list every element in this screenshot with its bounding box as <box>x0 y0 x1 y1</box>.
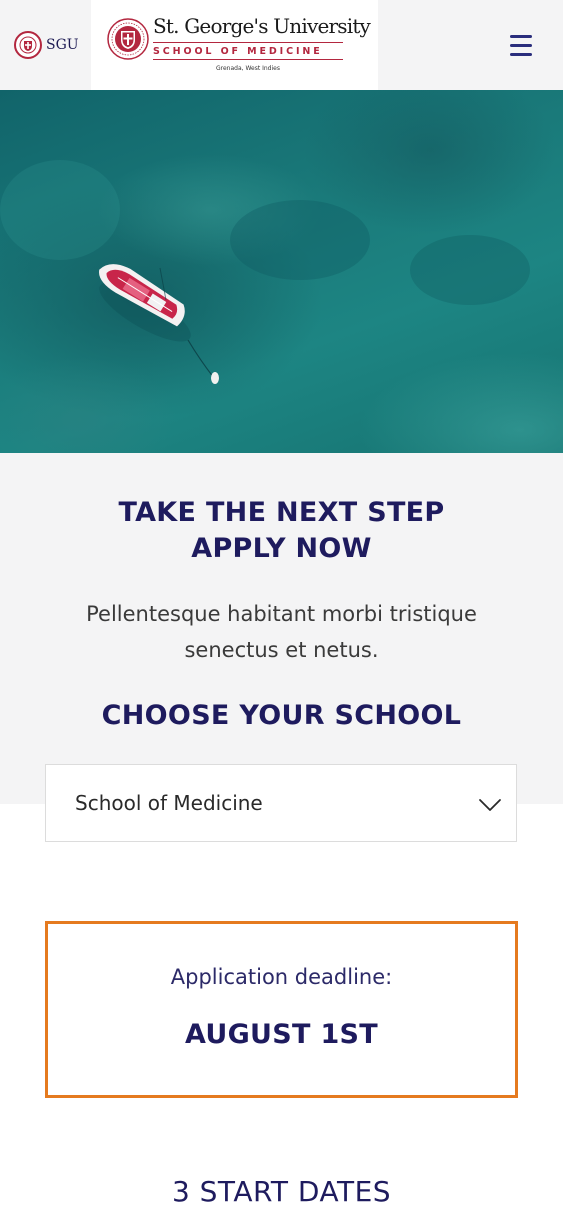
deadline-label: Application deadline: <box>170 965 393 989</box>
headline-line-1: TAKE THE NEXT STEP <box>118 497 445 528</box>
chevron-down-icon <box>479 799 501 811</box>
menu-bar-bottom <box>510 52 532 56</box>
hamburger-menu-icon[interactable] <box>503 29 539 61</box>
school-select-dropdown[interactable]: School of Medicine <box>45 764 517 842</box>
logo-location: Grenada, West Indies <box>216 65 280 72</box>
choose-school-title: CHOOSE YOUR SCHOOL <box>101 700 462 731</box>
apply-headline: TAKE THE NEXT STEP APPLY NOW <box>0 495 563 567</box>
deadline-date: AUGUST 1ST <box>185 1019 378 1050</box>
apply-section: TAKE THE NEXT STEP APPLY NOW Pellentesqu… <box>0 453 563 804</box>
boat-illustration <box>0 160 530 384</box>
university-seal-icon <box>14 31 42 59</box>
sgu-short-logo-text: SGU <box>46 37 79 53</box>
application-deadline-box: Application deadline: AUGUST 1ST <box>45 921 518 1098</box>
headline-line-2: APPLY NOW <box>191 533 372 564</box>
school-select-value: School of Medicine <box>75 791 263 815</box>
university-logo[interactable]: St. George's University SCHOOL OF MEDICI… <box>91 0 378 90</box>
apply-lead-text: Pellentesque habitant morbi tristique se… <box>86 602 477 662</box>
menu-bar-middle <box>510 43 532 47</box>
sgu-home-link[interactable]: SGU <box>14 29 79 61</box>
logo-school-name: SCHOOL OF MEDICINE <box>153 46 323 57</box>
university-crest-icon <box>107 18 149 60</box>
logo-divider-bottom <box>153 59 343 60</box>
logo-divider-top <box>153 42 343 43</box>
site-header: SGU St. George's University SCHOOL OF ME… <box>0 0 563 90</box>
hero-image <box>0 90 563 453</box>
start-dates-title: 3 START DATES <box>171 1175 392 1208</box>
menu-bar-top <box>510 34 532 38</box>
logo-university-name: St. George's University <box>153 14 371 38</box>
